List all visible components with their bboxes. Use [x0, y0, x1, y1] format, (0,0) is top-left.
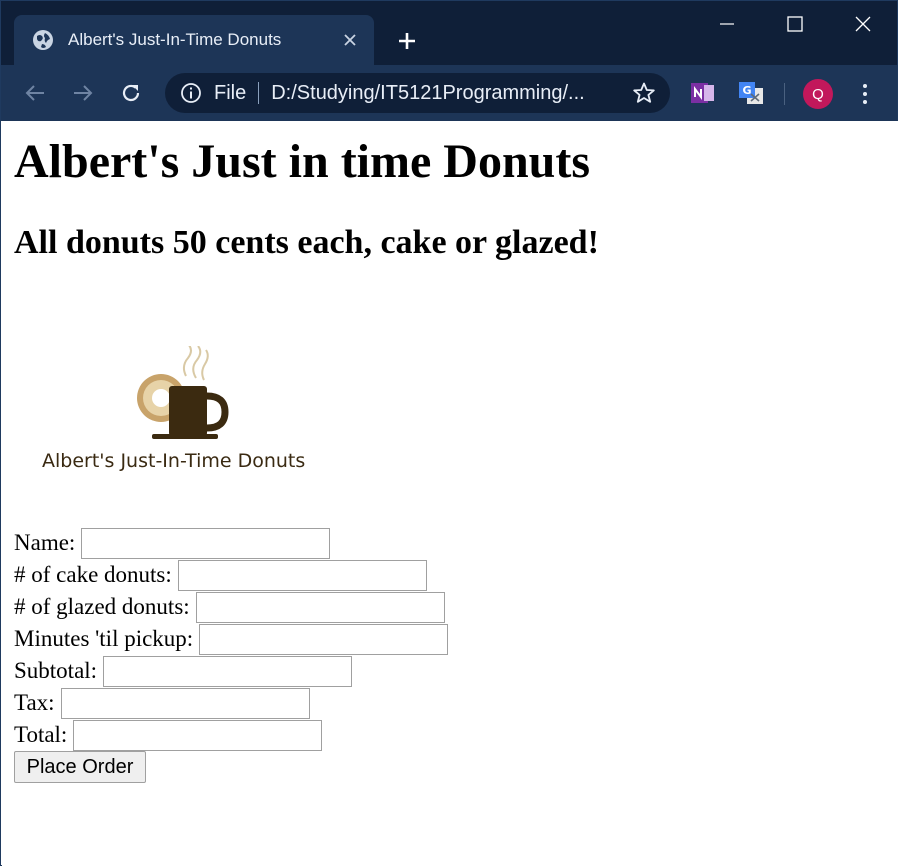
glazed-donuts-field[interactable]	[195, 591, 445, 623]
place-order-button[interactable]: Place Order	[14, 751, 146, 783]
page-title: Albert's Just in time Donuts	[14, 135, 591, 188]
globe-icon	[33, 30, 53, 50]
total-field[interactable]	[73, 719, 323, 751]
tax-row: Tax:	[14, 687, 448, 719]
onenote-icon[interactable]	[689, 79, 717, 107]
reload-icon[interactable]	[115, 77, 147, 109]
order-form: Name: # of cake donuts: # of glazed donu…	[14, 527, 449, 783]
close-window-icon[interactable]	[829, 1, 897, 47]
menu-icon[interactable]	[853, 79, 877, 109]
tax-label: Tax:	[14, 690, 55, 715]
page-content: Albert's Just in time Donuts All donuts …	[2, 121, 898, 866]
total-row: Total:	[14, 719, 448, 751]
maximize-icon[interactable]	[761, 1, 829, 47]
pickup-minutes-label: Minutes 'til pickup:	[14, 626, 194, 651]
url-text: D:/Studying/IT5121Programming/...	[271, 81, 585, 104]
name-row: Name:	[14, 527, 448, 559]
svg-text:G: G	[742, 84, 751, 97]
subtotal-label: Subtotal:	[14, 658, 98, 683]
browser-toolbar: File D:/Studying/IT5121Programming/... G	[1, 65, 897, 121]
browser-tab[interactable]: Albert's Just-In-Time Donuts	[14, 15, 374, 65]
tab-title: Albert's Just-In-Time Donuts	[68, 30, 282, 49]
donut-logo: Albert's Just-In-Time Donuts	[26, 343, 346, 481]
star-icon[interactable]	[632, 81, 656, 105]
page-subtitle: All donuts 50 cents each, cake or glazed…	[14, 224, 599, 261]
logo-text: Albert's Just-In-Time Donuts	[42, 450, 306, 472]
glazed-donuts-label: # of glazed donuts:	[14, 594, 190, 619]
forward-icon[interactable]	[67, 77, 99, 109]
name-label: Name:	[14, 530, 76, 555]
info-icon[interactable]	[180, 82, 202, 104]
glazed-donuts-row: # of glazed donuts:	[14, 591, 448, 623]
translate-icon[interactable]: G	[737, 79, 765, 107]
minimize-icon[interactable]	[693, 1, 761, 47]
plus-icon[interactable]	[391, 25, 423, 57]
avatar[interactable]: Q	[803, 79, 833, 109]
subtotal-field[interactable]	[103, 655, 353, 687]
tab-strip: Albert's Just-In-Time Donuts	[1, 1, 897, 65]
cake-donuts-row: # of cake donuts:	[14, 559, 448, 591]
pickup-minutes-field[interactable]	[199, 623, 449, 655]
browser-window: Albert's Just-In-Time Donuts File D:/Stu…	[0, 0, 898, 866]
address-bar[interactable]: File D:/Studying/IT5121Programming/...	[165, 73, 670, 113]
toolbar-divider	[784, 83, 785, 105]
cake-donuts-field[interactable]	[177, 559, 427, 591]
pickup-minutes-row: Minutes 'til pickup:	[14, 623, 449, 655]
coffee-donut-icon	[137, 343, 229, 439]
tax-field[interactable]	[60, 687, 310, 719]
url-scheme: File	[214, 81, 247, 104]
url-separator	[258, 82, 260, 104]
close-icon[interactable]	[336, 26, 364, 54]
back-icon[interactable]	[19, 77, 51, 109]
total-label: Total:	[14, 722, 68, 747]
name-field[interactable]	[81, 527, 331, 559]
subtotal-row: Subtotal:	[14, 655, 448, 687]
cake-donuts-label: # of cake donuts:	[14, 562, 172, 587]
